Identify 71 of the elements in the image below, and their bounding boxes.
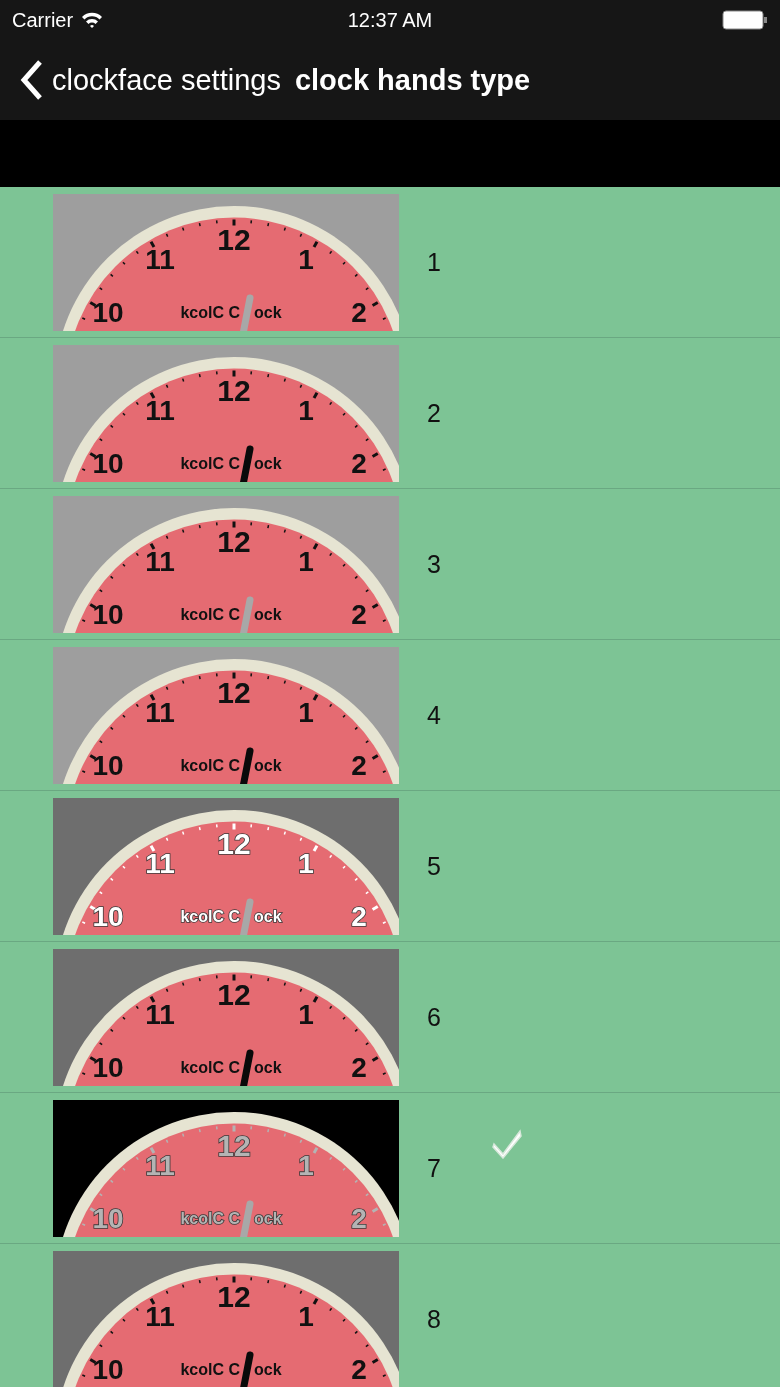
clock-numeral: 11 xyxy=(145,243,175,274)
screen-title: clock hands type xyxy=(294,63,531,97)
clock-numeral: 10 xyxy=(92,296,124,327)
clock-brand-text: ock xyxy=(254,303,282,320)
clock-numeral: 12 xyxy=(217,222,251,255)
clock-brand-text: ock xyxy=(254,605,282,622)
option-number: 1 xyxy=(427,247,442,277)
clock-brand-text: ock xyxy=(254,1360,282,1377)
clock-brand-text: ock xyxy=(254,907,282,924)
option-number: 5 xyxy=(427,851,442,881)
clock-numeral: 10 xyxy=(92,1051,124,1082)
clock-numeral: 2 xyxy=(351,900,367,931)
clock-numeral: 12 xyxy=(217,826,251,859)
clock-numeral: 1 xyxy=(298,1300,314,1331)
clock-numeral: 11 xyxy=(145,394,175,425)
clock-numeral: 12 xyxy=(217,373,251,406)
clock-numeral: 2 xyxy=(351,749,367,780)
clock-numeral: 2 xyxy=(351,447,367,478)
clock-numeral: 2 xyxy=(351,1202,367,1233)
clock-numeral: 12 xyxy=(217,524,251,557)
clock-numeral: 12 xyxy=(217,675,251,708)
clock-numeral: 12 xyxy=(217,1279,251,1312)
clock-numeral: 10 xyxy=(92,598,124,629)
clock-numeral: 11 xyxy=(145,545,175,576)
option-number: 6 xyxy=(427,1002,442,1032)
carrier-label: Carrier xyxy=(12,8,74,32)
option-number: 4 xyxy=(427,700,442,730)
option-number: 3 xyxy=(427,549,442,579)
back-chevron-icon xyxy=(20,60,44,100)
clock-brand-text: ock xyxy=(254,1209,282,1226)
clock-brand-text: ock xyxy=(254,756,282,773)
clock-brand-text: kcolC C xyxy=(180,1209,240,1226)
back-button[interactable]: clockface settings xyxy=(20,60,281,100)
clock-numeral: 10 xyxy=(92,900,124,931)
clock-numeral: 10 xyxy=(92,749,124,780)
clock-numeral: 2 xyxy=(351,1051,367,1082)
clock-numeral: 2 xyxy=(351,1353,367,1384)
clock-brand-text: kcolC C xyxy=(180,303,240,320)
clock-numeral: 1 xyxy=(298,394,314,425)
clock-brand-text: kcolC C xyxy=(180,454,240,471)
clock-numeral: 2 xyxy=(351,598,367,629)
option-number: 8 xyxy=(427,1304,442,1334)
clock-brand-text: kcolC C xyxy=(180,605,240,622)
clock-brand-text: ock xyxy=(254,1058,282,1075)
clock-numeral: 12 xyxy=(217,977,251,1010)
clock-numeral: 12 xyxy=(217,1128,251,1161)
clock-brand-text: kcolC C xyxy=(180,907,240,924)
clock-numeral: 1 xyxy=(298,545,314,576)
battery-icon xyxy=(722,10,768,30)
clock-numeral: 11 xyxy=(145,1300,175,1331)
clock-numeral: 11 xyxy=(145,1149,175,1180)
clock-numeral: 10 xyxy=(92,1202,124,1233)
option-number: 2 xyxy=(427,398,442,428)
clock-numeral: 2 xyxy=(351,296,367,327)
status-time: 12:37 AM xyxy=(347,8,433,31)
clock-numeral: 1 xyxy=(298,998,314,1029)
clock-brand-text: ock xyxy=(254,454,282,471)
wifi-icon xyxy=(81,12,104,28)
clock-numeral: 1 xyxy=(298,847,314,878)
clock-numeral: 1 xyxy=(298,696,314,727)
clock-brand-text: kcolC C xyxy=(180,756,240,773)
clock-numeral: 1 xyxy=(298,243,314,274)
clock-numeral: 10 xyxy=(92,447,124,478)
clock-numeral: 11 xyxy=(145,847,175,878)
option-number: 7 xyxy=(427,1153,442,1183)
clock-numeral: 11 xyxy=(145,998,175,1029)
clock-brand-text: kcolC C xyxy=(180,1360,240,1377)
clock-numeral: 11 xyxy=(145,696,175,727)
clock-numeral: 10 xyxy=(92,1353,124,1384)
clock-numeral: 1 xyxy=(298,1149,314,1180)
clock-brand-text: kcolC C xyxy=(180,1058,240,1075)
